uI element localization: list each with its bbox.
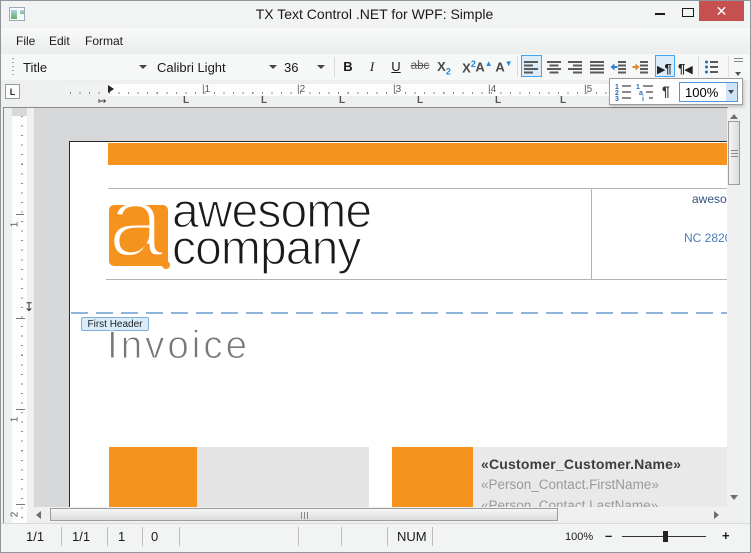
svg-text:3: 3: [615, 96, 619, 102]
svg-text:i: i: [642, 96, 644, 102]
